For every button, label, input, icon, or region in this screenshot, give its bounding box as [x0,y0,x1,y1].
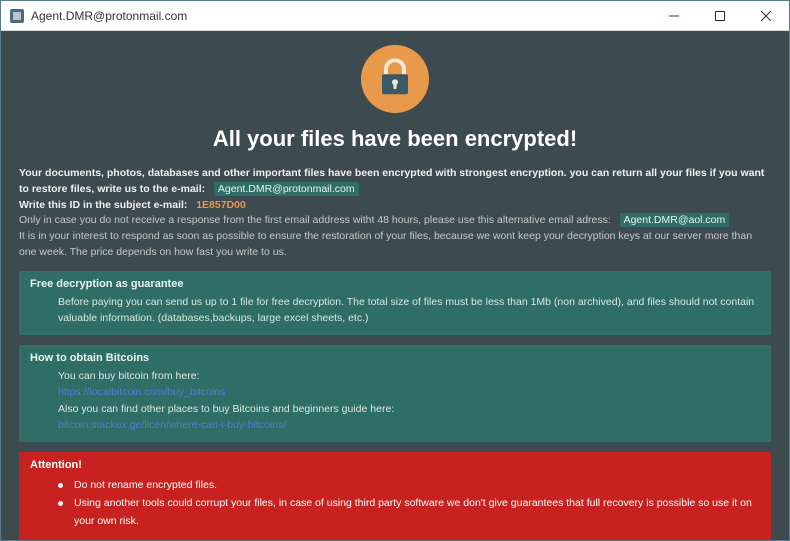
bitcoin-link1[interactable]: https://localbitcoin.com/buy_bitcoins [58,386,226,398]
decryption-panel-body: Before paying you can send us up to 1 fi… [30,294,760,327]
intro-line2: Write this ID in the subject e-mail: [19,199,187,211]
attention-panel: Attention! Do not rename encrypted files… [19,452,771,540]
minimize-button[interactable] [651,1,697,30]
bitcoin-panel: How to obtain Bitcoins You can buy bitco… [19,345,771,442]
app-icon [9,8,25,24]
attention-item: Using another tools could corrupt your f… [58,495,760,531]
headline: All your files have been encrypted! [19,126,771,152]
intro-line3: Only in case you do not receive a respon… [19,214,611,226]
attention-item: Do not rename encrypted files. [58,477,760,495]
decryption-panel-title: Free decryption as guarantee [30,278,760,290]
attention-list: Do not rename encrypted files. Using ano… [30,477,760,531]
intro-text: Your documents, photos, databases and ot… [19,166,771,261]
window-controls [651,1,789,30]
bitcoin-panel-title: How to obtain Bitcoins [30,352,760,364]
bitcoin-line2: Also you can find other places to buy Bi… [58,403,394,415]
close-button[interactable] [743,1,789,30]
attention-title: Attention! [30,459,760,471]
window-title: Agent.DMR@protonmail.com [31,9,651,23]
intro-line1: Your documents, photos, databases and ot… [19,167,764,195]
secondary-email: Agent.DMR@aol.com [620,213,730,227]
app-window: Agent.DMR@protonmail.com [0,0,790,541]
lock-icon [361,45,429,113]
bitcoin-line1: You can buy bitcoin from here: [58,370,199,382]
titlebar: Agent.DMR@protonmail.com [1,1,789,31]
maximize-button[interactable] [697,1,743,30]
content-area: All your files have been encrypted! Your… [1,31,789,540]
lock-icon-wrap [19,45,771,118]
decryption-panel: Free decryption as guarantee Before payi… [19,271,771,336]
victim-id: 1E857D00 [196,199,246,211]
primary-email: Agent.DMR@protonmail.com [214,182,359,196]
bitcoin-link2[interactable]: bitcoin.stackex.ge/licen/where-can-i-buy… [58,419,286,431]
bitcoin-panel-body: You can buy bitcoin from here: https://l… [30,368,760,433]
intro-line4: It is in your interest to respond as soo… [19,230,752,258]
